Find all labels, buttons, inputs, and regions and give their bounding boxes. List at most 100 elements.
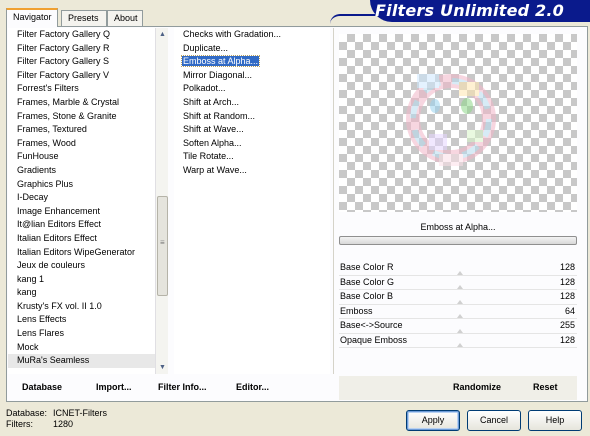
filter-item[interactable]: Mirror Diagonal... [174,69,330,83]
preview-image [406,74,496,166]
navigator-action-bar: Database Import... Filter Info... Editor… [8,376,333,400]
parameter-value: 128 [559,291,575,301]
cancel-button[interactable]: Cancel [467,410,521,431]
category-item[interactable]: Italian Editors Effect [8,232,155,246]
category-item[interactable]: kang 1 [8,273,155,287]
slider-thumb-icon[interactable] [457,314,463,318]
category-item[interactable]: Forrest's Filters [8,82,155,96]
tab-navigator[interactable]: Navigator [6,8,58,27]
parameter-value: 128 [559,334,575,345]
category-item[interactable]: Frames, Stone & Granite [8,110,155,124]
parameter-slider[interactable]: Base Color G 128 [339,276,577,290]
progress-bar [339,236,577,245]
scroll-thumb[interactable]: ≡ [157,196,168,296]
category-item[interactable]: kang [8,286,155,300]
category-item[interactable]: MuRa's Seamless [8,354,155,368]
category-item[interactable]: It@lian Editors Effect [8,218,155,232]
filter-item-label: Mirror Diagonal... [183,69,253,80]
category-item[interactable]: Frames, Wood [8,137,155,151]
editor-button[interactable]: Editor... [236,382,269,392]
parameter-slider[interactable]: Opaque Emboss 128 [339,334,577,348]
parameter-value: 255 [559,320,575,330]
category-item[interactable]: Filter Factory Gallery V [8,69,155,83]
preview-filter-name: Emboss at Alpha... [420,222,496,232]
preview-area[interactable] [339,34,577,212]
help-button[interactable]: Help [528,410,582,431]
category-item[interactable]: I-Decay [8,191,155,205]
filter-item-label: Duplicate... [183,42,229,53]
filter-item-label: Shift at Wave... [183,124,244,135]
category-item[interactable]: Filter Factory Gallery Q [8,28,155,42]
parameter-slider[interactable]: Emboss 64 [339,305,577,319]
category-item[interactable]: Filter Factory Gallery R [8,42,155,56]
status-info: Database: ICNET-Filters Filters: 1280 [6,408,107,430]
filter-item-label: Shift at Arch... [183,96,240,107]
category-item[interactable]: Krusty's FX vol. II 1.0 [8,300,155,314]
scroll-up-arrow-icon[interactable]: ▲ [156,28,169,41]
reset-button[interactable]: Reset [533,382,558,392]
parameter-slider[interactable]: Base Color B 128 [339,290,577,305]
category-item[interactable]: Jeux de couleurs [8,259,155,273]
filter-item-label: Checks with Gradation... [183,29,282,39]
category-item[interactable]: Frames, Marble & Crystal [8,96,155,110]
panel-divider [333,28,334,374]
filter-item-label: Soften Alpha... [183,137,242,148]
filter-item[interactable]: Duplicate... [174,42,330,56]
filter-item-label: Emboss at Alpha... [180,55,261,68]
apply-button[interactable]: Apply [406,410,460,431]
tab-presets[interactable]: Presets [61,10,107,26]
category-item[interactable]: Lens Effects [8,313,155,327]
filter-info-button[interactable]: Filter Info... [158,382,207,392]
category-item[interactable]: Mock [8,341,155,355]
category-item[interactable]: Gradients [8,164,155,178]
category-scrollbar[interactable]: ▲ ≡ ▼ [155,28,168,374]
category-item[interactable]: Graphics Plus [8,178,155,192]
slider-thumb-icon[interactable] [457,328,463,333]
category-item[interactable]: Image Enhancement [8,205,155,219]
filters-count-value: 1280 [53,419,74,429]
filter-item-label: Polkadot... [183,83,226,94]
parameter-label: Base Color R [340,262,394,272]
filter-item[interactable]: Shift at Random... [174,110,330,124]
filter-item[interactable]: Soften Alpha... [174,137,330,151]
slider-thumb-icon[interactable] [457,270,463,275]
parameter-label: Base<->Source [340,320,403,330]
category-item[interactable]: Filter Factory Gallery S [8,55,155,69]
parameter-slider[interactable]: Base Color R 128 [339,261,577,276]
grip-icon: ≡ [160,238,165,247]
category-item[interactable]: Italian Editors WipeGenerator [8,246,155,260]
filter-item[interactable]: Warp at Wave... [174,164,330,178]
filter-item-label: Tile Rotate... [183,151,234,162]
parameter-action-bar: Randomize Reset [339,376,577,400]
database-label: Database: [6,408,48,418]
category-item[interactable]: FunHouse [8,150,155,164]
filter-item[interactable]: Polkadot... [174,82,330,96]
slider-thumb-icon[interactable] [457,285,463,289]
parameter-slider[interactable]: Base<->Source 255 [339,319,577,334]
category-item[interactable]: Lens Flares [8,327,155,341]
database-button[interactable]: Database [22,382,62,392]
filter-item[interactable]: Shift at Wave... [174,123,330,137]
parameter-value: 128 [559,262,575,272]
category-item[interactable]: Frames, Textured [8,123,155,137]
import-button[interactable]: Import... [96,382,132,392]
tab-about[interactable]: About [107,10,143,26]
filter-list[interactable]: Checks with Gradation... Duplicate... Embo… [174,28,330,374]
parameter-value: 64 [564,305,575,316]
filter-item[interactable]: Shift at Arch... [174,96,330,110]
filter-item[interactable]: Checks with Gradation... [174,28,330,42]
database-value: ICNET-Filters [53,408,107,418]
filters-count-label: Filters: [6,419,33,429]
slider-thumb-icon[interactable] [457,343,463,347]
filter-item[interactable]: Emboss at Alpha... [174,55,330,69]
slider-thumb-icon[interactable] [457,299,463,304]
filter-item-label: Warp at Wave... [183,164,247,175]
category-list[interactable]: Filter Factory Gallery Q Filter Factory G… [8,28,155,374]
parameter-label: Opaque Emboss [340,334,408,345]
scroll-down-arrow-icon[interactable]: ▼ [156,361,169,374]
parameter-label: Base Color B [340,291,394,301]
filter-item[interactable]: Tile Rotate... [174,150,330,164]
randomize-button[interactable]: Randomize [453,382,501,392]
logo-banner: Filters Unlimited 2.0 [370,0,590,22]
filter-item-label: Shift at Random... [183,110,256,121]
